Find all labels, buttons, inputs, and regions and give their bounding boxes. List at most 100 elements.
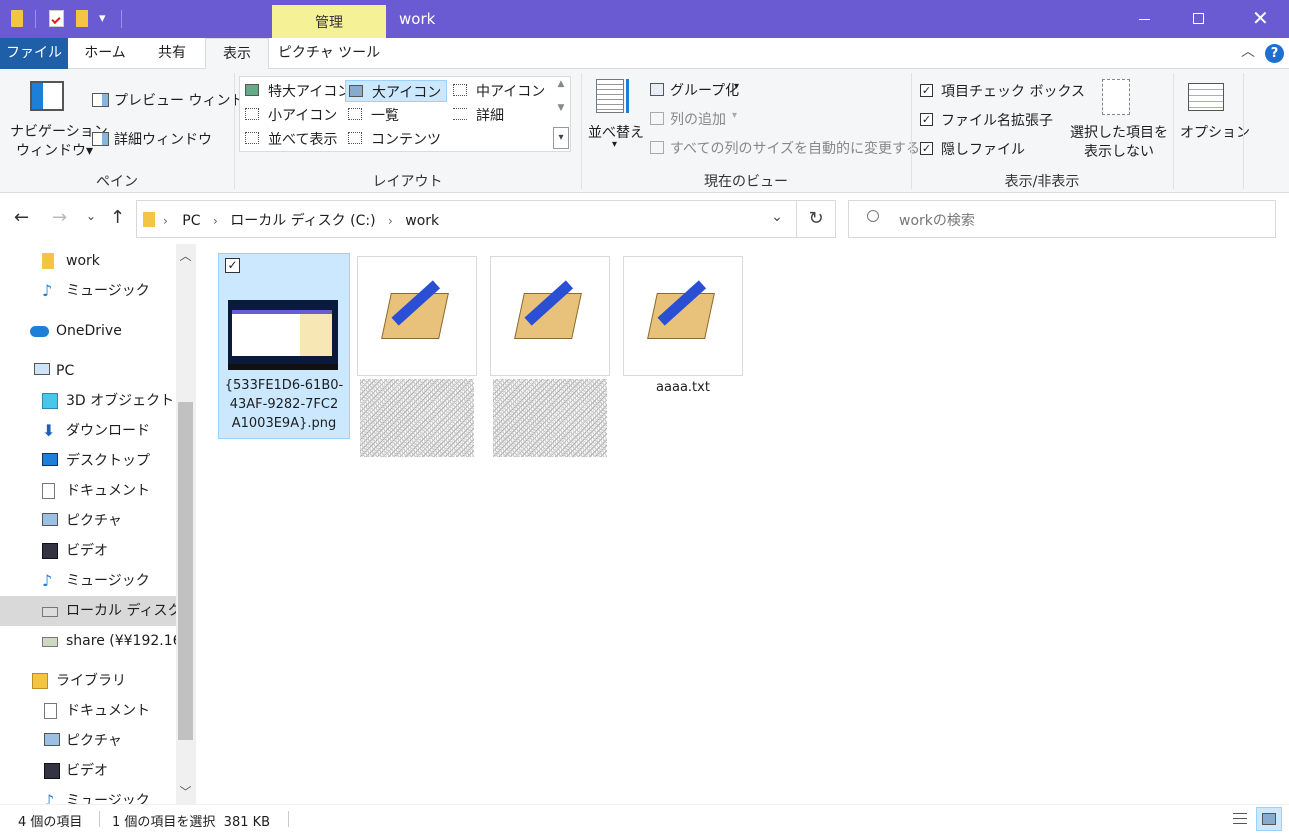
ribbon-tab-bar: ファイル ホーム 共有 表示 ピクチャ ツール ︿ ? xyxy=(0,38,1289,70)
scroll-up-arrow[interactable]: ︿ xyxy=(176,246,195,266)
details-view-button[interactable] xyxy=(1230,809,1250,829)
file-item[interactable] xyxy=(489,255,613,465)
breadcrumb-work[interactable]: work xyxy=(405,213,439,229)
layout-large-icons[interactable]: 大アイコン xyxy=(345,80,447,102)
nav-item[interactable]: PC xyxy=(0,356,176,386)
new-folder-icon[interactable] xyxy=(76,10,88,27)
options-button[interactable]: オプション xyxy=(1176,77,1250,163)
layout-small-label: 小アイコン xyxy=(268,108,338,124)
nav-item-label: ピクチャ xyxy=(66,733,122,749)
maximize-button[interactable] xyxy=(1172,0,1226,38)
refresh-button[interactable]: ↻ xyxy=(805,208,827,230)
hide-selected-label-2: 表示しない xyxy=(1084,144,1154,160)
video-icon xyxy=(44,763,60,779)
tab-home[interactable]: ホーム xyxy=(72,38,138,69)
file-item[interactable] xyxy=(356,255,480,465)
breadcrumb-local-disk[interactable]: ローカル ディスク (C:) xyxy=(230,213,375,229)
nav-item[interactable]: share (¥¥192.168 xyxy=(0,626,176,656)
up-button[interactable]: ↑ xyxy=(110,207,130,229)
nav-item[interactable]: ローカル ディスク (C:) xyxy=(0,596,176,626)
file-extensions-checkbox[interactable]: ✓ xyxy=(920,113,933,126)
layout-tiles[interactable]: 並べて表示 xyxy=(242,128,342,150)
hidden-items-toggle[interactable]: ✓ 隠しファイル xyxy=(920,139,1070,161)
breadcrumb-pc[interactable]: PC xyxy=(182,213,200,229)
close-button[interactable]: ✕ xyxy=(1230,0,1289,38)
details-view-icon xyxy=(1233,813,1247,824)
item-checkbox[interactable]: ✓ xyxy=(225,258,240,273)
scroll-thumb[interactable] xyxy=(178,402,193,740)
gallery-expand-button[interactable]: ▾ xyxy=(553,127,569,149)
address-dropdown-button[interactable]: ⌄ xyxy=(767,209,787,229)
nav-item[interactable]: ⬇ ダウンロード xyxy=(0,416,176,446)
address-bar[interactable]: › PC › ローカル ディスク (C:) › work ⌄ ↻ xyxy=(136,200,836,238)
nav-item[interactable]: ドキュメント xyxy=(0,476,176,506)
search-box[interactable]: workの検索 xyxy=(848,200,1276,238)
recent-locations-button[interactable]: ⌄ xyxy=(86,209,100,227)
download-icon: ⬇ xyxy=(42,421,56,440)
size-all-columns-button[interactable]: すべての列のサイズを自動的に変更する xyxy=(648,137,920,159)
layout-content[interactable]: コンテンツ xyxy=(345,128,447,150)
tab-picture-tools[interactable]: ピクチャ ツール xyxy=(272,38,386,69)
nav-item-label: ライブラリ xyxy=(56,673,126,689)
hide-selected-button[interactable]: 選択した項目を 表示しない xyxy=(1068,77,1168,163)
address-row: ← → ⌄ ↑ › PC › ローカル ディスク (C:) › work ⌄ ↻… xyxy=(0,194,1289,244)
layout-small-icons[interactable]: 小アイコン xyxy=(242,104,342,126)
layout-details[interactable]: 詳細 xyxy=(450,104,550,126)
properties-icon[interactable] xyxy=(49,10,64,27)
nav-item[interactable]: ビデオ xyxy=(0,756,176,786)
nav-item[interactable]: OneDrive xyxy=(0,316,176,346)
group-by-label: グループ化 xyxy=(670,83,740,99)
nav-scrollbar[interactable]: ︿ ﹀ xyxy=(176,244,195,804)
nav-item[interactable]: ピクチャ xyxy=(0,726,176,756)
scroll-down-arrow[interactable]: ﹀ xyxy=(176,782,195,802)
picture-icon xyxy=(44,733,60,746)
qat-customize-button[interactable]: ▾ xyxy=(99,11,106,26)
nav-item[interactable]: ビデオ xyxy=(0,536,176,566)
nav-item-label: ビデオ xyxy=(66,763,108,779)
navigation-pane-button[interactable]: ナビゲーション ウィンドウ▾ xyxy=(6,77,108,163)
selection-info: 1 個の項目を選択 381 KB xyxy=(112,815,271,830)
gallery-scroll-down[interactable]: ▼ xyxy=(554,103,568,125)
nav-item[interactable]: ♪ ミュージック xyxy=(0,566,176,596)
image-thumbnail-icon xyxy=(228,300,338,370)
details-pane-button[interactable]: 詳細ウィンドウ xyxy=(92,129,232,151)
nav-item[interactable]: ♪ ミュージック xyxy=(0,276,176,306)
layout-medium-icons[interactable]: 中アイコン xyxy=(450,80,550,102)
layout-extra-large-icons[interactable]: 特大アイコン xyxy=(242,80,351,102)
layout-list-label: 一覧 xyxy=(371,108,399,124)
tab-share[interactable]: 共有 xyxy=(140,38,204,69)
sort-by-button[interactable]: 並べ替え ▾ xyxy=(586,77,646,157)
large-icons-view-button[interactable] xyxy=(1256,807,1282,831)
preview-pane-button[interactable]: プレビュー ウィンドウ xyxy=(92,90,258,112)
tiles-icon xyxy=(245,132,259,144)
nav-item-label: ビデオ xyxy=(66,543,108,559)
layout-list[interactable]: 一覧 xyxy=(345,104,447,126)
group-by-button[interactable]: グループ化 ▾ xyxy=(648,79,748,101)
tab-view[interactable]: 表示 xyxy=(205,38,269,70)
network-drive-icon xyxy=(42,637,58,647)
preview-pane-icon xyxy=(92,93,109,107)
group-by-icon xyxy=(650,83,664,96)
nav-item[interactable]: ドキュメント xyxy=(0,696,176,726)
item-checkboxes-checkbox[interactable]: ✓ xyxy=(920,84,933,97)
forward-button[interactable]: → xyxy=(52,207,74,229)
file-name-line-1: {533FE1D6-61B0- xyxy=(224,378,344,393)
back-button[interactable]: ← xyxy=(14,207,36,229)
hidden-items-checkbox[interactable]: ✓ xyxy=(920,142,933,155)
file-item[interactable]: ✓ {533FE1D6-61B0- 43AF-9282-7FC2 A1003E9… xyxy=(218,253,350,439)
minimize-ribbon-button[interactable]: ︿ xyxy=(1240,44,1256,60)
nav-item[interactable]: デスクトップ xyxy=(0,446,176,476)
help-icon[interactable]: ? xyxy=(1265,44,1284,63)
nav-item[interactable]: ピクチャ xyxy=(0,506,176,536)
file-extensions-toggle[interactable]: ✓ ファイル名拡張子 xyxy=(920,110,1070,132)
tab-file[interactable]: ファイル xyxy=(0,38,68,69)
add-columns-button[interactable]: 列の追加 ▾ xyxy=(648,108,748,130)
minimize-button[interactable] xyxy=(1118,0,1172,38)
nav-item[interactable]: 3D オブジェクト xyxy=(0,386,176,416)
gallery-scroll-up[interactable]: ▲ xyxy=(554,79,568,101)
nav-item[interactable]: ライブラリ xyxy=(0,666,176,696)
item-checkboxes-toggle[interactable]: ✓ 項目チェック ボックス xyxy=(920,81,1085,103)
file-item[interactable]: aaaa.txt xyxy=(622,255,746,405)
nav-item[interactable]: work xyxy=(0,246,176,276)
layout-large-label: 大アイコン xyxy=(372,85,442,101)
